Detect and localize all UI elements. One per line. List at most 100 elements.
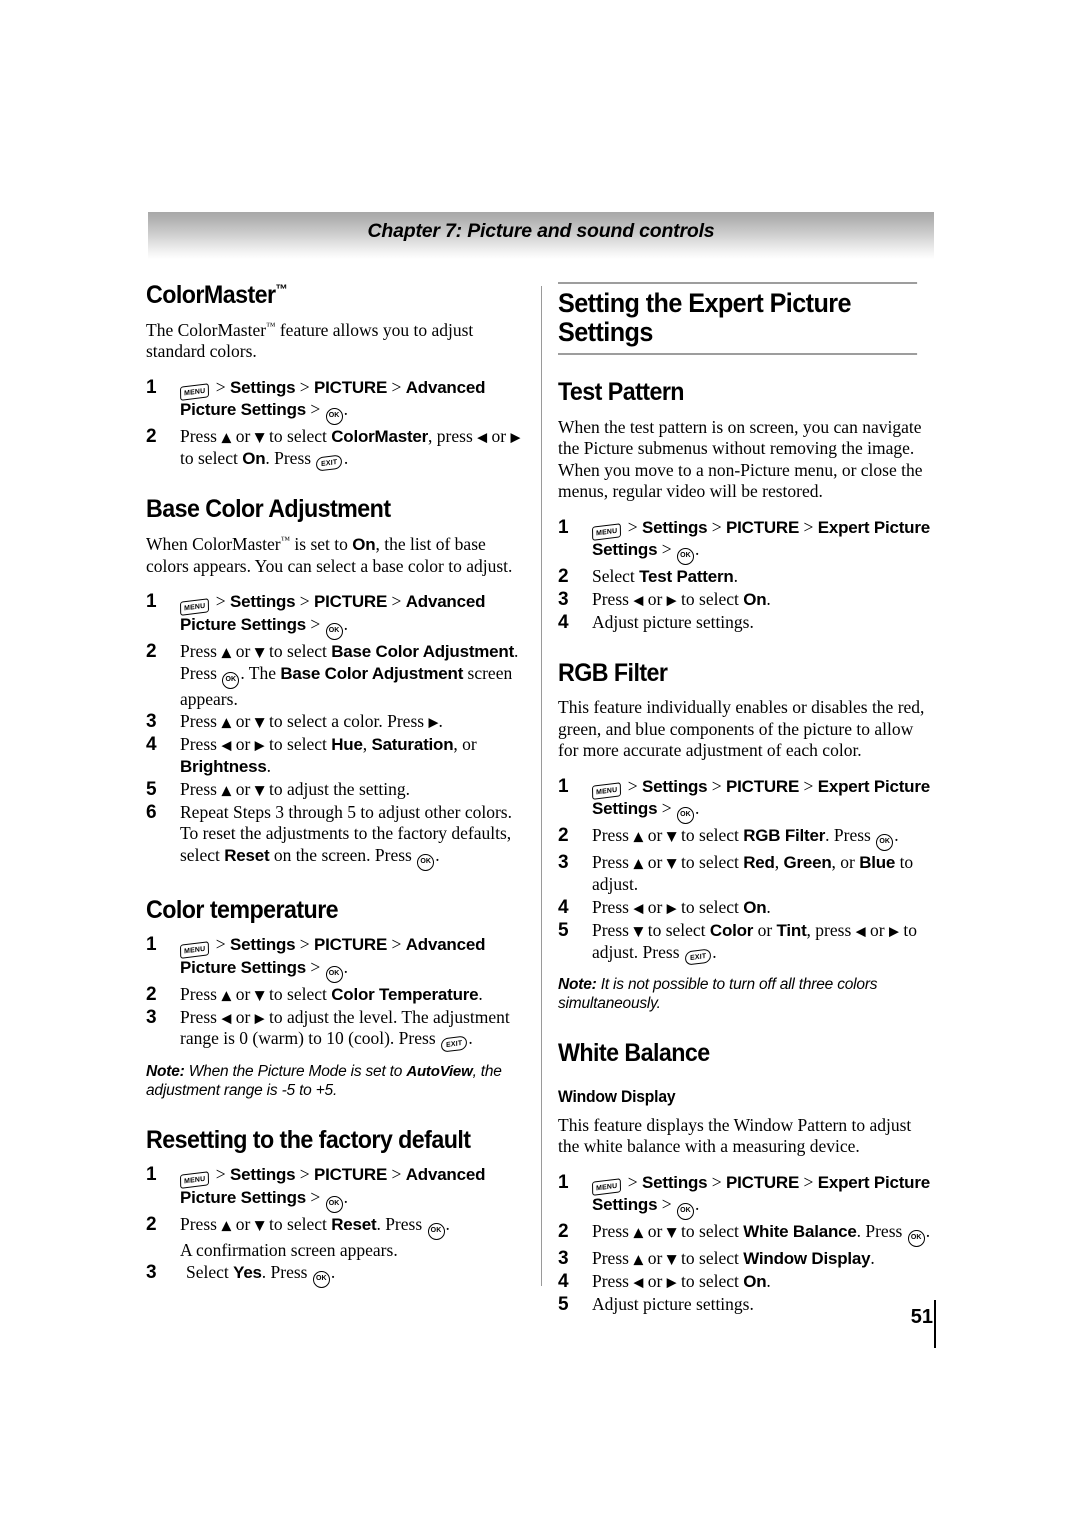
step-item: 4 Press ◀ or ▶ to select Hue, Saturation,… [146,734,477,776]
step-item: 2 Press ▲ or ▼ to select RGB Filter. Pres… [558,825,936,852]
step-number: 2 [558,566,569,588]
rgb-filter-steps: 1 MENU > Settings > PICTURE > Expert Pict… [558,776,936,967]
step-item: 3 Select Yes. Press OK. [146,1262,526,1289]
right-column: Setting the Expert Picture Settings Test… [558,282,936,1328]
step-item: 1 MENU > Settings > PICTURE > Advanced Pi… [146,934,526,983]
rgb-filter-intro: This feature individually enables or dis… [558,697,925,761]
white-balance-intro: This feature displays the Window Pattern… [558,1114,912,1157]
menu-key-icon: MENU [179,1170,210,1189]
color-temperature-note: Note: When the Picture Mode is set to Au… [146,1062,502,1099]
step-item: 1 MENU > Settings > PICTURE > Expert Pict… [558,517,936,566]
step-item: 1 MENU > Settings > PICTURE > Advanced Pi… [146,377,526,426]
step-item: 5 Press ▼ to select Color or Tint, press … [558,919,936,967]
exit-key-icon: EXIT [684,948,712,967]
step-number: 2 [146,983,157,1005]
step-item: 4 Press ◀ or ▶ to select On. [558,896,771,918]
step-item: 3 Press ▲ or ▼ to select Window Display. [558,1248,875,1270]
step-number: 1 [146,934,157,956]
step-number: 4 [558,896,569,918]
color-temperature-steps: 1 MENU > Settings > PICTURE > Advanced Pi… [146,934,526,1053]
step-number: 2 [558,825,569,847]
left-column: ColorMaster™ The ColorMaster™ feature al… [146,281,526,1300]
step-number: 2 [558,1221,569,1243]
ok-key-icon: OK [325,1195,343,1213]
step-number: 3 [146,1262,157,1284]
colormaster-intro: The ColorMaster™ feature allows you to a… [146,319,474,362]
exit-key-icon: EXIT [440,1035,468,1053]
ok-key-icon: OK [325,408,343,426]
step-number: 3 [146,1006,157,1028]
manual-page: Chapter 7: Picture and sound controls Co… [0,0,1080,1528]
step-number: 3 [558,852,569,874]
ok-key-icon: OK [417,853,435,871]
subheading-window-display: Window Display [558,1087,676,1106]
step-item: 2 Select Test Pattern. [558,566,738,588]
step-item: 1 MENU > Settings > PICTURE > Advanced Pi… [146,591,526,640]
step-number: 2 [146,1213,157,1235]
step-number: 3 [146,711,157,733]
running-header-bar: Chapter 7: Picture and sound controls [148,212,934,259]
menu-key-icon: MENU [591,782,622,801]
ok-key-icon: OK [427,1222,445,1240]
step-number: 1 [146,376,157,398]
step-item: 4 Press ◀ or ▶ to select On. [558,1271,771,1293]
ok-key-icon: OK [312,1271,330,1289]
step-number: 4 [558,1271,569,1293]
test-pattern-steps: 1 MENU > Settings > PICTURE > Expert Pict… [558,517,936,634]
step-number: 1 [146,591,157,613]
step-item: 3 Press ▲ or ▼ to select Red, Green, or B… [558,852,914,895]
step-item: 2 Press ▲ or ▼ to select Color Temperatur… [146,983,483,1005]
exit-key-icon: EXIT [316,454,343,473]
heading-white-balance: White Balance [558,1039,710,1068]
step-item: 3 Press ◀ or ▶ to adjust the level. The a… [146,1006,526,1053]
white-balance-steps: 1 MENU > Settings > PICTURE > Expert Pict… [558,1172,936,1316]
step-item: 1 MENU > Settings > PICTURE > Expert Pict… [558,776,936,825]
note-text: It is not possible to turn off all three… [558,976,878,1013]
step-number: 1 [558,1171,569,1193]
step-item: 3 Press ▲ or ▼ to select a color. Press ▶… [146,711,443,733]
chapter-title: Chapter 7: Picture and sound controls [367,220,715,242]
heading-colormaster-text: ColorMaster [146,281,276,309]
base-color-intro: When ColorMaster™ is set to On, the list… [146,533,513,576]
heading-expert-picture-settings: Setting the Expert Picture Settings [558,282,918,356]
step-item: 5 Press ▲ or ▼ to adjust the setting. [146,778,410,800]
step-number: 1 [146,1164,157,1186]
note-label: Note: [146,1062,185,1080]
menu-key-icon: MENU [179,383,210,401]
step-number: 3 [558,589,569,611]
ok-key-icon: OK [325,622,343,640]
step-number: 5 [146,778,157,800]
step-number: 2 [146,640,157,662]
step-number: 4 [146,734,157,756]
step-number: 1 [558,516,569,538]
colormaster-steps: 1 MENU > Settings > PICTURE > Advanced Pi… [146,377,526,473]
heading-color-temperature: Color temperature [146,895,339,924]
ok-key-icon: OK [676,1203,694,1221]
step-number: 6 [146,801,157,823]
ok-key-icon: OK [222,671,240,689]
step-item: 3 Press ◀ or ▶ to select On. [558,589,771,611]
trademark-symbol: ™ [275,281,288,297]
step-item: 4 Adjust picture settings. [558,612,754,634]
menu-key-icon: MENU [591,523,622,542]
step-number: 1 [558,775,569,797]
step-item: 6 Repeat Steps 3 through 5 to adjust othe… [146,802,526,871]
menu-key-icon: MENU [179,598,210,616]
test-pattern-intro: When the test pattern is on screen, you … [558,416,923,502]
ok-key-icon: OK [907,1230,925,1248]
heading-colormaster: ColorMaster™ [146,281,499,310]
heading-base-color-adjustment: Base Color Adjustment [146,495,391,524]
ok-key-icon: OK [325,965,343,983]
heading-test-pattern: Test Pattern [558,378,685,407]
resetting-steps: 1 MENU > Settings > PICTURE > Advanced Pi… [146,1164,526,1289]
step-item: 1 MENU > Settings > PICTURE > Expert Pict… [558,1172,936,1221]
ok-key-icon: OK [676,807,694,825]
step-item: 5 Adjust picture settings. [558,1294,754,1316]
step-number: 5 [558,1294,569,1316]
step-item: 2 Press ▲ or ▼ to select White Balance. P… [558,1221,936,1248]
menu-key-icon: MENU [591,1178,622,1197]
ok-key-icon: OK [876,834,894,852]
step-item: 1 MENU > Settings > PICTURE > Advanced Pi… [146,1164,526,1213]
step-item: 2 Press ▲ or ▼ to select ColorMaster, pre… [146,426,526,473]
step-number: 5 [558,919,569,941]
